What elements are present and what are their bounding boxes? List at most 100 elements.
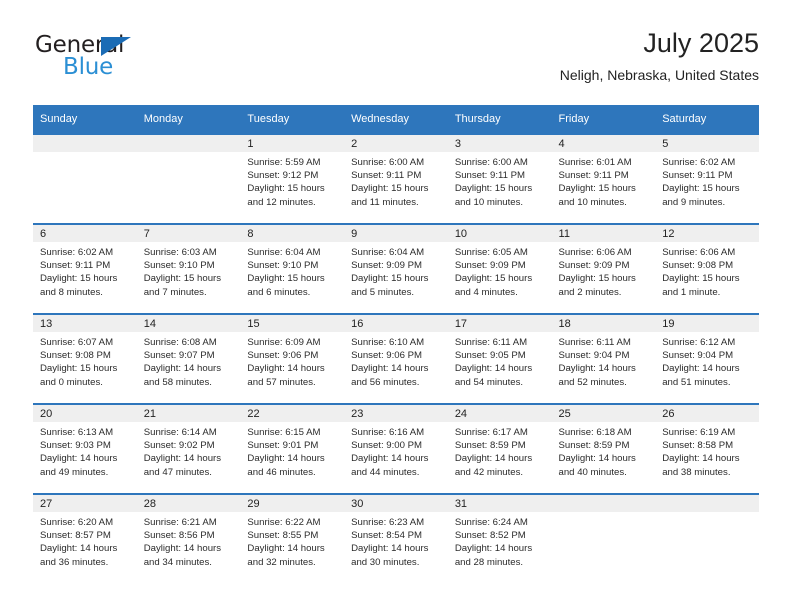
calendar-day-cell[interactable]: 5 Sunrise: 6:02 AM Sunset: 9:11 PM Daylight… bbox=[655, 133, 759, 224]
daylight-text-line1: Daylight: 14 hours bbox=[454, 363, 533, 375]
calendar-day-cell[interactable]: 17 Sunrise: 6:11 AM Sunset: 9:05 PM Dayligh… bbox=[447, 313, 552, 404]
day-details: Sunrise: 6:04 AM Sunset: 9:09 PM Daylight:… bbox=[344, 242, 448, 299]
calendar-day-cell[interactable]: 14 Sunrise: 6:08 AM Sunset: 9:07 PM Dayligh… bbox=[136, 313, 241, 404]
calendar-day-cell[interactable]: 11 Sunrise: 6:06 AM Sunset: 9:09 PM Dayligh… bbox=[551, 223, 656, 314]
calendar-day-cell[interactable]: 13 Sunrise: 6:07 AM Sunset: 9:08 PM Dayligh… bbox=[33, 313, 137, 404]
location-subtitle: Neligh, Nebraska, United States bbox=[559, 67, 759, 84]
day-number: 7 bbox=[136, 225, 241, 242]
sunrise-text: Sunrise: 6:21 AM bbox=[143, 517, 217, 528]
calendar-day-cell[interactable]: 29 Sunrise: 6:22 AM Sunset: 8:55 PM Dayligh… bbox=[240, 493, 345, 583]
daylight-text-line1: Daylight: 15 hours bbox=[247, 273, 325, 285]
weekday-header-saturday: Saturday bbox=[655, 105, 759, 134]
calendar-body: 1 Sunrise: 5:59 AM Sunset: 9:12 PM Daylight… bbox=[33, 133, 759, 583]
calendar-day-cell[interactable]: 3 Sunrise: 6:00 AM Sunset: 9:11 PM Daylight… bbox=[447, 133, 552, 224]
sunrise-text: Sunrise: 6:00 AM bbox=[454, 157, 528, 168]
calendar-day-cell[interactable]: 23 Sunrise: 6:16 AM Sunset: 9:00 PM Dayligh… bbox=[344, 403, 448, 494]
day-number: 13 bbox=[33, 315, 137, 332]
sunrise-text: Sunrise: 6:23 AM bbox=[351, 517, 425, 528]
daylight-text-line2: and 2 minutes. bbox=[558, 286, 622, 298]
calendar-day-cell[interactable]: 12 Sunrise: 6:06 AM Sunset: 9:08 PM Dayligh… bbox=[655, 223, 759, 314]
calendar-day-cell[interactable]: 19 Sunrise: 6:12 AM Sunset: 9:04 PM Dayligh… bbox=[655, 313, 759, 404]
calendar-day-cell[interactable]: 2 Sunrise: 6:00 AM Sunset: 9:11 PM Daylight… bbox=[344, 133, 448, 224]
calendar-cell-inner: 5 Sunrise: 6:02 AM Sunset: 9:11 PM Daylight… bbox=[655, 135, 759, 223]
calendar-day-cell[interactable]: 22 Sunrise: 6:15 AM Sunset: 9:01 PM Dayligh… bbox=[240, 403, 345, 494]
day-details: Sunrise: 6:11 AM Sunset: 9:04 PM Daylight:… bbox=[552, 332, 656, 389]
daylight-text-line1: Daylight: 14 hours bbox=[143, 453, 222, 465]
calendar-day-cell[interactable]: 1 Sunrise: 5:59 AM Sunset: 9:12 PM Daylight… bbox=[240, 133, 345, 224]
page-header: General Blue July 2025 Neligh, Nebraska,… bbox=[33, 28, 759, 98]
calendar-cell-empty bbox=[136, 133, 241, 224]
daylight-text-line2: and 34 minutes. bbox=[143, 556, 212, 568]
day-details: Sunrise: 6:00 AM Sunset: 9:11 PM Daylight:… bbox=[448, 152, 552, 209]
day-details: Sunrise: 6:02 AM Sunset: 9:11 PM Daylight:… bbox=[655, 152, 759, 209]
day-details bbox=[552, 512, 656, 516]
calendar-day-cell[interactable]: 27 Sunrise: 6:20 AM Sunset: 8:57 PM Dayligh… bbox=[33, 493, 137, 583]
daylight-text-line2: and 57 minutes. bbox=[247, 376, 316, 388]
sunset-text: Sunset: 8:59 PM bbox=[454, 440, 526, 452]
calendar-day-cell[interactable]: 18 Sunrise: 6:11 AM Sunset: 9:04 PM Dayligh… bbox=[551, 313, 656, 404]
weekday-header-tuesday: Tuesday bbox=[240, 105, 345, 134]
daylight-text-line1: Daylight: 15 hours bbox=[662, 183, 740, 195]
calendar-day-cell[interactable]: 28 Sunrise: 6:21 AM Sunset: 8:56 PM Dayligh… bbox=[136, 493, 241, 583]
calendar-header-row: Sunday Monday Tuesday Wednesday Thursday… bbox=[33, 105, 759, 134]
calendar-cell-inner: 19 Sunrise: 6:12 AM Sunset: 9:04 PM Dayligh… bbox=[655, 315, 759, 403]
sunset-text: Sunset: 9:04 PM bbox=[558, 350, 630, 362]
sunset-text: Sunset: 8:59 PM bbox=[558, 440, 630, 452]
calendar-day-cell[interactable]: 20 Sunrise: 6:13 AM Sunset: 9:03 PM Dayligh… bbox=[33, 403, 137, 494]
daylight-text-line1: Daylight: 15 hours bbox=[558, 183, 636, 195]
calendar-day-cell[interactable]: 4 Sunrise: 6:01 AM Sunset: 9:11 PM Daylight… bbox=[551, 133, 656, 224]
daylight-text-line2: and 42 minutes. bbox=[454, 466, 524, 478]
daylight-text-line1: Daylight: 15 hours bbox=[247, 183, 325, 195]
day-details: Sunrise: 6:20 AM Sunset: 8:57 PM Daylight:… bbox=[33, 512, 137, 569]
calendar-day-cell[interactable]: 8 Sunrise: 6:04 AM Sunset: 9:10 PM Daylight… bbox=[240, 223, 345, 314]
day-number: 24 bbox=[447, 405, 552, 422]
sunrise-text: Sunrise: 6:18 AM bbox=[558, 427, 632, 438]
calendar-day-cell[interactable]: 10 Sunrise: 6:05 AM Sunset: 9:09 PM Dayligh… bbox=[447, 223, 552, 314]
calendar-cell-inner: 12 Sunrise: 6:06 AM Sunset: 9:08 PM Dayligh… bbox=[655, 225, 759, 313]
general-blue-logo[interactable]: General Blue bbox=[35, 34, 215, 90]
day-details: Sunrise: 6:15 AM Sunset: 9:01 PM Daylight:… bbox=[240, 422, 344, 479]
day-details: Sunrise: 6:02 AM Sunset: 9:11 PM Daylight:… bbox=[33, 242, 137, 299]
day-details bbox=[137, 152, 241, 156]
calendar-week-row: 6 Sunrise: 6:02 AM Sunset: 9:11 PM Daylight… bbox=[33, 223, 759, 314]
daylight-text-line2: and 10 minutes. bbox=[558, 196, 627, 208]
calendar-day-cell[interactable]: 24 Sunrise: 6:17 AM Sunset: 8:59 PM Dayligh… bbox=[447, 403, 552, 494]
title-block: July 2025 Neligh, Nebraska, United State… bbox=[560, 28, 759, 84]
sunrise-text: Sunrise: 6:20 AM bbox=[40, 517, 114, 528]
day-details: Sunrise: 6:13 AM Sunset: 9:03 PM Daylight:… bbox=[33, 422, 137, 479]
calendar-day-cell[interactable]: 30 Sunrise: 6:23 AM Sunset: 8:54 PM Dayligh… bbox=[344, 493, 448, 583]
calendar-day-cell[interactable]: 21 Sunrise: 6:14 AM Sunset: 9:02 PM Dayligh… bbox=[136, 403, 241, 494]
daylight-text-line2: and 4 minutes. bbox=[454, 286, 518, 298]
daylight-text-line2: and 32 minutes. bbox=[247, 556, 316, 568]
daylight-text-line2: and 44 minutes. bbox=[351, 466, 420, 478]
sunset-text: Sunset: 9:01 PM bbox=[247, 440, 319, 452]
calendar-cell-inner: 21 Sunrise: 6:14 AM Sunset: 9:02 PM Dayligh… bbox=[136, 405, 241, 493]
day-details: Sunrise: 6:01 AM Sunset: 9:11 PM Daylight:… bbox=[552, 152, 656, 209]
daylight-text-line2: and 54 minutes. bbox=[454, 376, 524, 388]
calendar-week-row: 20 Sunrise: 6:13 AM Sunset: 9:03 PM Dayligh… bbox=[33, 403, 759, 494]
calendar-day-cell[interactable]: 9 Sunrise: 6:04 AM Sunset: 9:09 PM Daylight… bbox=[344, 223, 448, 314]
calendar-cell-inner: 10 Sunrise: 6:05 AM Sunset: 9:09 PM Dayligh… bbox=[447, 225, 552, 313]
day-details: Sunrise: 6:05 AM Sunset: 9:09 PM Daylight:… bbox=[448, 242, 552, 299]
sunset-text: Sunset: 9:12 PM bbox=[247, 170, 319, 182]
day-details: Sunrise: 6:10 AM Sunset: 9:06 PM Daylight:… bbox=[344, 332, 448, 389]
calendar-day-cell[interactable]: 31 Sunrise: 6:24 AM Sunset: 8:52 PM Dayligh… bbox=[447, 493, 552, 583]
day-number bbox=[655, 495, 759, 512]
calendar-day-cell[interactable]: 6 Sunrise: 6:02 AM Sunset: 9:11 PM Daylight… bbox=[33, 223, 137, 314]
calendar-day-cell[interactable]: 25 Sunrise: 6:18 AM Sunset: 8:59 PM Dayligh… bbox=[551, 403, 656, 494]
sunrise-text: Sunrise: 6:00 AM bbox=[351, 157, 425, 168]
day-details: Sunrise: 6:19 AM Sunset: 8:58 PM Daylight:… bbox=[655, 422, 759, 479]
day-details: Sunrise: 6:04 AM Sunset: 9:10 PM Daylight:… bbox=[240, 242, 344, 299]
day-number: 23 bbox=[344, 405, 448, 422]
weekday-header-monday: Monday bbox=[136, 105, 241, 134]
sunset-text: Sunset: 9:09 PM bbox=[351, 260, 423, 272]
calendar-day-cell[interactable]: 15 Sunrise: 6:09 AM Sunset: 9:06 PM Dayligh… bbox=[240, 313, 345, 404]
sunset-text: Sunset: 9:09 PM bbox=[558, 260, 630, 272]
sunset-text: Sunset: 9:10 PM bbox=[247, 260, 319, 272]
calendar-day-cell[interactable]: 26 Sunrise: 6:19 AM Sunset: 8:58 PM Dayligh… bbox=[655, 403, 759, 494]
calendar-day-cell[interactable]: 16 Sunrise: 6:10 AM Sunset: 9:06 PM Dayligh… bbox=[344, 313, 448, 404]
calendar-day-cell[interactable]: 7 Sunrise: 6:03 AM Sunset: 9:10 PM Daylight… bbox=[136, 223, 241, 314]
calendar-cell-inner: 14 Sunrise: 6:08 AM Sunset: 9:07 PM Dayligh… bbox=[136, 315, 241, 403]
daylight-text-line1: Daylight: 15 hours bbox=[454, 273, 533, 285]
daylight-text-line2: and 52 minutes. bbox=[558, 376, 627, 388]
